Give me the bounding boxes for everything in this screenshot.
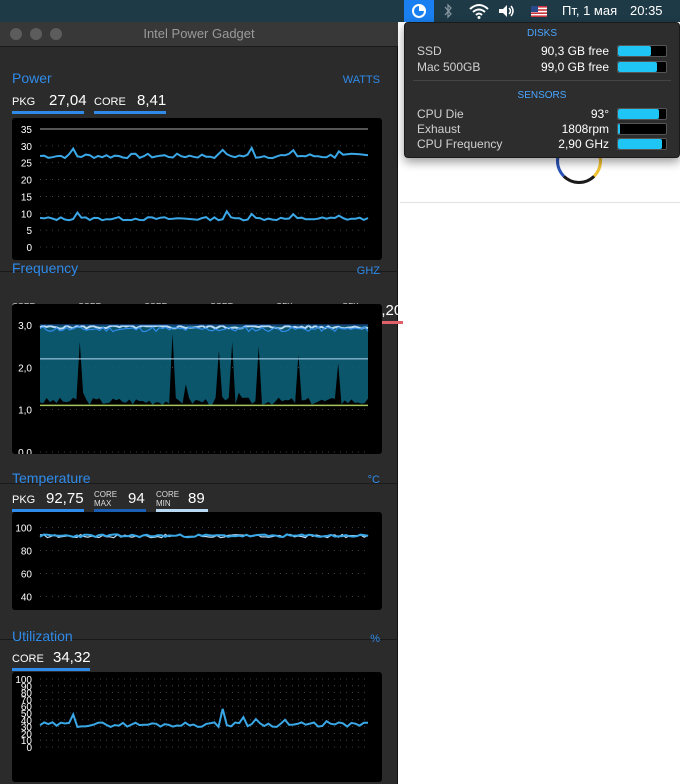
temperature-chart: 100 80 60 40	[12, 512, 382, 610]
utilization-core-line	[39, 708, 368, 729]
temp-pkg-label: PKG	[12, 494, 36, 506]
disk-usage-bar	[617, 61, 667, 73]
frequency-panel: Frequency GHZ COREMAX3,1COREAVG2,93COREM…	[0, 260, 403, 484]
menu-bar: Пт, 1 мая 20:35	[0, 0, 680, 22]
frequency-unit: GHZ	[356, 265, 380, 277]
temp-min-metric: CORE MIN 89	[156, 486, 208, 512]
temp-max-value: 94	[128, 490, 145, 507]
power-axis-label: 30	[21, 142, 33, 153]
sensor-name: CPU Frequency	[417, 137, 503, 151]
pkg-label: PKG	[12, 96, 36, 108]
istat-dropdown: DISKS SSD 90,3 GB free Mac 500GB 99,0 GB…	[404, 22, 680, 158]
util-core-legend-bar	[12, 668, 90, 671]
power-pkg-line	[39, 145, 369, 160]
title-bar[interactable]: Intel Power Gadget	[0, 22, 398, 47]
temp-min-label: CORE MIN	[156, 490, 179, 508]
sensor-value: 1808rpm	[561, 122, 609, 136]
volume-icon[interactable]	[496, 0, 518, 22]
temperature-axis-label: 60	[21, 570, 33, 581]
util-core-value: 34,32	[53, 649, 91, 666]
power-axis-label: 15	[21, 192, 33, 203]
temperature-unit: °C	[367, 474, 380, 486]
disk-free: 90,3 GB free	[540, 44, 609, 58]
temp-max-label-top: CORE	[94, 490, 118, 499]
temp-max-metric: CORE MAX 94	[94, 486, 146, 512]
utilization-unit: %	[370, 633, 380, 645]
power-axis-label: 5	[26, 226, 32, 237]
sensors-header: SENSORS	[517, 90, 567, 101]
temperature-axis-label: 100	[15, 524, 32, 535]
sensor-bar	[617, 123, 667, 135]
menubar-date[interactable]: Пт, 1 мая	[562, 0, 617, 22]
temp-max-label: CORE MAX	[94, 490, 117, 508]
sensor-name: Exhaust	[417, 122, 461, 136]
temperature-title: Temperature	[12, 470, 91, 486]
pkg-legend-bar	[12, 111, 84, 114]
core-label: CORE	[94, 96, 126, 108]
power-title: Power	[12, 70, 52, 86]
frequency-axis-label: 0,0	[18, 448, 32, 454]
power-axis-label: 10	[21, 209, 33, 220]
sensor-value: 93°	[590, 107, 609, 121]
temp-min-label-bottom: MIN	[156, 499, 171, 508]
frequency-chart: 3,0 2,0 1,0 0,0	[12, 304, 382, 454]
menubar-time[interactable]: 20:35	[630, 0, 663, 22]
frequency-title: Frequency	[12, 260, 79, 276]
disk-name: SSD	[417, 44, 442, 58]
power-axis-label: 0	[26, 243, 32, 254]
istat-menus-icon[interactable]	[404, 0, 434, 22]
sensor-bar	[617, 108, 667, 120]
wifi-icon[interactable]	[468, 0, 490, 22]
power-panel: Power WATTS PKG 27,04 CORE 8,41 35 30 25 20…	[0, 46, 398, 272]
bluetooth-icon[interactable]	[442, 0, 454, 22]
power-unit: WATTS	[342, 74, 380, 86]
temperature-panel: Temperature °C PKG 92,75 CORE MAX 94 CORE…	[0, 470, 398, 640]
frequency-axis-label: 2,0	[18, 363, 32, 374]
power-axis-label: 25	[21, 159, 33, 170]
utilization-panel: Utilization % CORE 34,32 100 90 80 70 60 50 40…	[0, 628, 398, 784]
frequency-range-area	[40, 325, 368, 405]
util-core-label: CORE	[12, 653, 44, 665]
temp-min-value: 89	[188, 490, 205, 507]
frequency-axis-label: 3,0	[18, 321, 32, 332]
sensor-value: 2,90 GHz	[558, 137, 609, 151]
sensor-name: CPU Die	[417, 107, 464, 121]
dropdown-separator	[413, 80, 671, 81]
power-chart: 35 30 25 20 15 10 5 0	[12, 118, 382, 260]
power-core-line	[39, 209, 369, 222]
utilization-chart: 100 90 80 70 60 50 40 30 20 10 0	[12, 672, 382, 782]
disk-name: Mac 500GB	[417, 60, 481, 74]
core-legend-bar	[94, 111, 166, 114]
disks-header: DISKS	[526, 28, 557, 39]
disk-usage-bar	[617, 45, 667, 57]
temperature-axis-label: 40	[21, 593, 33, 604]
window-title: Intel Power Gadget	[143, 26, 255, 41]
core-value: 8,41	[137, 92, 167, 109]
us-flag-icon[interactable]	[530, 0, 548, 22]
divider	[400, 202, 680, 203]
utilization-axis-label: 0	[26, 743, 32, 754]
power-axis-label: 35	[21, 125, 33, 136]
temp-pkg-metric: PKG 92,75	[12, 486, 84, 512]
temp-pkg-value: 92,75	[46, 490, 84, 507]
utilization-title: Utilization	[12, 628, 73, 644]
power-core-metric: CORE 8,41	[94, 88, 166, 114]
disk-free: 99,0 GB free	[540, 60, 609, 74]
power-gadget-window: Intel Power Gadget Power WATTS PKG 27,04…	[0, 22, 403, 784]
frequency-axis-label: 1,0	[18, 406, 32, 417]
temp-max-label-bottom: MAX	[94, 499, 112, 508]
sensor-bar	[617, 138, 667, 150]
temperature-axis-label: 80	[21, 547, 33, 558]
pkg-value: 27,04	[49, 92, 87, 109]
power-pkg-metric: PKG 27,04	[12, 88, 87, 114]
power-axis-label: 20	[21, 176, 33, 187]
util-core-metric: CORE 34,32	[12, 645, 91, 671]
temp-min-label-top: CORE	[156, 490, 180, 499]
